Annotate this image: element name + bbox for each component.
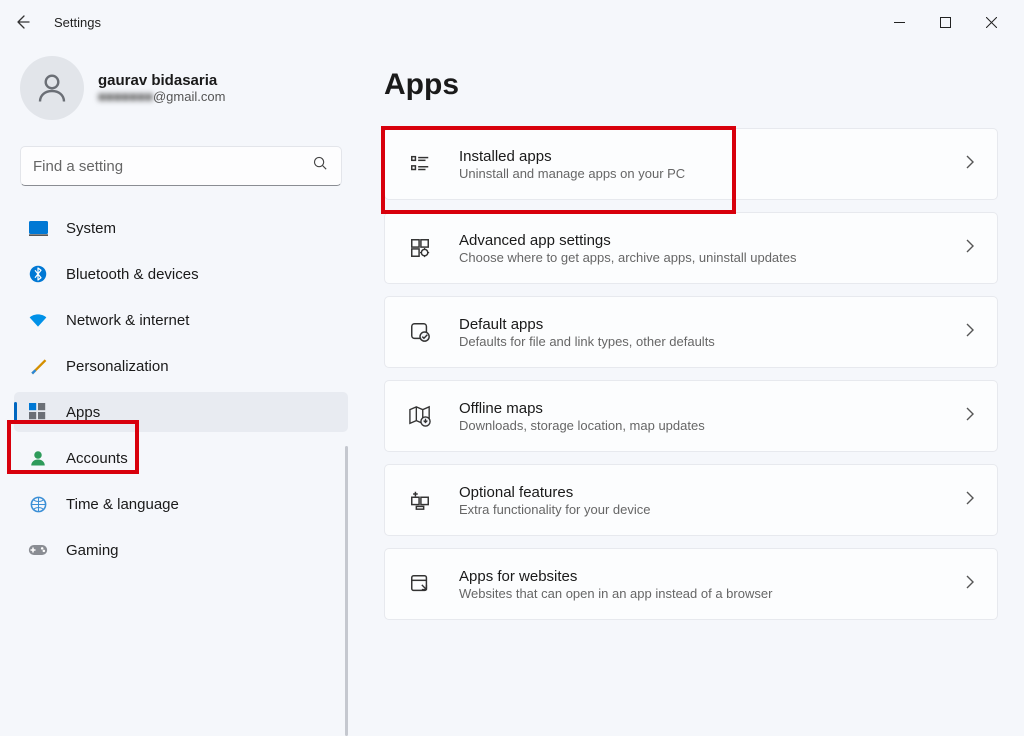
nav-label: System	[66, 220, 116, 237]
chevron-right-icon	[965, 407, 975, 426]
nav-label: Network & internet	[66, 312, 189, 329]
chevron-right-icon	[965, 239, 975, 258]
nav-label: Personalization	[66, 358, 169, 375]
minimize-icon	[894, 17, 905, 28]
minimize-button[interactable]	[876, 6, 922, 38]
nav-label: Time & language	[66, 496, 179, 513]
card-title: Optional features	[459, 484, 955, 501]
close-button[interactable]	[968, 6, 1014, 38]
card-apps-for-websites[interactable]: Apps for websitesWebsites that can open …	[384, 548, 998, 620]
profile-block[interactable]: gaurav bidasaria ■■■■■■■@gmail.com	[14, 50, 348, 140]
avatar	[20, 56, 84, 120]
clock-globe-icon	[28, 494, 48, 514]
chevron-right-icon	[965, 323, 975, 342]
card-installed-apps[interactable]: Installed appsUninstall and manage apps …	[384, 128, 998, 200]
chevron-right-icon	[965, 155, 975, 174]
card-subtitle: Defaults for file and link types, other …	[459, 334, 955, 349]
person-icon	[34, 70, 70, 106]
offline-maps-icon	[407, 403, 433, 429]
search-box[interactable]	[20, 146, 342, 186]
card-default-apps[interactable]: Default appsDefaults for file and link t…	[384, 296, 998, 368]
accounts-icon	[28, 448, 48, 468]
search-input[interactable]	[33, 158, 312, 175]
chevron-right-icon	[965, 491, 975, 510]
card-subtitle: Extra functionality for your device	[459, 502, 955, 517]
nav-item-system[interactable]: System	[14, 208, 348, 248]
apps-for-websites-icon	[407, 571, 433, 597]
nav-label: Apps	[66, 404, 100, 421]
profile-email: ■■■■■■■@gmail.com	[98, 89, 225, 104]
maximize-button[interactable]	[922, 6, 968, 38]
card-subtitle: Websites that can open in an app instead…	[459, 586, 955, 601]
card-title: Advanced app settings	[459, 232, 955, 249]
card-optional-features[interactable]: Optional featuresExtra functionality for…	[384, 464, 998, 536]
card-offline-maps[interactable]: Offline mapsDownloads, storage location,…	[384, 380, 998, 452]
card-subtitle: Choose where to get apps, archive apps, …	[459, 250, 955, 265]
card-advanced-app-settings[interactable]: Advanced app settingsChoose where to get…	[384, 212, 998, 284]
card-title: Default apps	[459, 316, 955, 333]
bluetooth-icon	[28, 264, 48, 284]
sidebar: gaurav bidasaria ■■■■■■■@gmail.com Syste…	[0, 44, 360, 636]
system-icon	[28, 218, 48, 238]
card-title: Offline maps	[459, 400, 955, 417]
nav-item-accounts[interactable]: Accounts	[14, 438, 348, 478]
default-apps-icon	[407, 319, 433, 345]
nav-item-time[interactable]: Time & language	[14, 484, 348, 524]
card-subtitle: Uninstall and manage apps on your PC	[459, 166, 955, 181]
window-title: Settings	[54, 15, 101, 30]
card-title: Apps for websites	[459, 568, 955, 585]
nav-item-apps[interactable]: Apps	[14, 392, 348, 432]
profile-name: gaurav bidasaria	[98, 72, 225, 89]
wifi-icon	[28, 310, 48, 330]
card-subtitle: Downloads, storage location, map updates	[459, 418, 955, 433]
optional-features-icon	[407, 487, 433, 513]
page-title: Apps	[384, 68, 998, 102]
nav-item-bluetooth[interactable]: Bluetooth & devices	[14, 254, 348, 294]
nav-item-personalization[interactable]: Personalization	[14, 346, 348, 386]
nav-label: Gaming	[66, 542, 119, 559]
chevron-right-icon	[965, 575, 975, 594]
titlebar: Settings	[0, 0, 1024, 44]
paintbrush-icon	[28, 356, 48, 376]
nav-label: Bluetooth & devices	[66, 266, 199, 283]
installed-apps-icon	[407, 151, 433, 177]
apps-icon	[28, 402, 48, 422]
close-icon	[986, 17, 997, 28]
search-icon	[312, 155, 329, 177]
advanced-settings-icon	[407, 235, 433, 261]
nav-item-gaming[interactable]: Gaming	[14, 530, 348, 570]
gamepad-icon	[28, 540, 48, 560]
back-button[interactable]	[10, 10, 34, 34]
main-content: Apps Installed appsUninstall and manage …	[360, 44, 1024, 636]
back-arrow-icon	[14, 14, 30, 30]
nav-list: System Bluetooth & devices Network & int…	[14, 208, 348, 570]
scrollbar[interactable]	[345, 446, 348, 736]
nav-label: Accounts	[66, 450, 128, 467]
card-title: Installed apps	[459, 148, 955, 165]
maximize-icon	[940, 17, 951, 28]
nav-item-network[interactable]: Network & internet	[14, 300, 348, 340]
